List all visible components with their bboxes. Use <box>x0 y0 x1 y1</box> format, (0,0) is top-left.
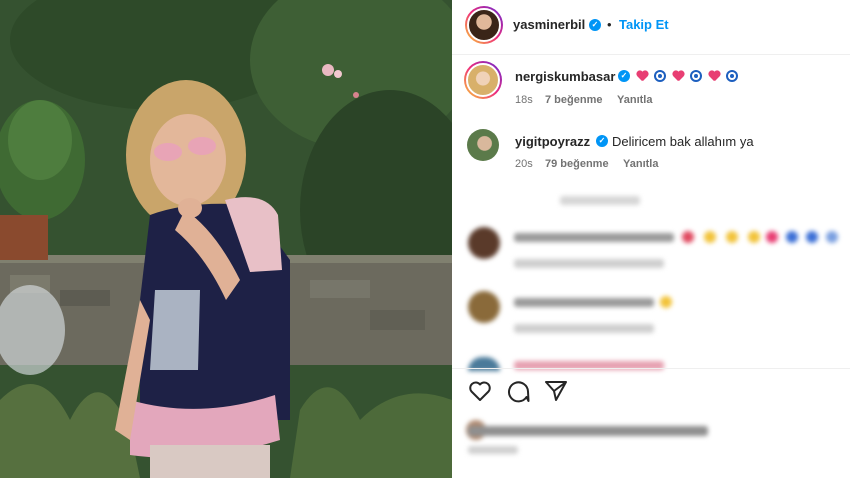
blurred-comments <box>460 185 850 385</box>
verified-icon: ✓ <box>596 135 608 147</box>
evil-eye-emoji-icon <box>726 70 738 82</box>
comment-username[interactable]: yigitpoyrazz <box>515 134 590 149</box>
paper-plane-icon[interactable] <box>544 380 568 402</box>
heart-emoji-icon <box>708 70 720 82</box>
separator-dot: • <box>607 17 612 32</box>
blurred-likes <box>460 412 850 462</box>
comment-emojis <box>636 70 738 82</box>
follow-button[interactable]: Takip Et <box>619 17 669 32</box>
heart-emoji-icon <box>636 70 648 82</box>
author-avatar[interactable] <box>465 6 503 44</box>
evil-eye-emoji-icon <box>690 70 702 82</box>
verified-icon: ✓ <box>589 19 601 31</box>
heart-emoji-icon <box>672 70 684 82</box>
author-username[interactable]: yasminerbil <box>513 17 585 32</box>
verified-icon: ✓ <box>618 70 630 82</box>
comment-likes-label: 7 beğenme <box>545 94 603 106</box>
comment-text: Deliricem bak allahım ya <box>612 134 754 149</box>
comment-likes[interactable]: 79 beğenme <box>545 158 609 170</box>
reply-button[interactable]: Yanıtla <box>623 158 658 170</box>
comment-username[interactable]: nergiskumbasar <box>515 69 615 84</box>
comment-time: 18s <box>515 94 533 106</box>
actions-divider <box>452 368 850 369</box>
heart-outline-icon[interactable] <box>468 380 492 402</box>
comment-time: 20s <box>515 158 533 170</box>
comment-bubble-icon[interactable] <box>506 380 530 403</box>
comment-likes[interactable]: 7 beğenme <box>545 94 602 106</box>
post-photo[interactable] <box>0 0 452 478</box>
header-divider <box>452 54 850 55</box>
comment-avatar[interactable] <box>464 61 502 99</box>
photo-illustration <box>0 0 452 478</box>
comment-avatar[interactable] <box>467 129 499 161</box>
evil-eye-emoji-icon <box>654 70 666 82</box>
reply-button[interactable]: Yanıtla <box>617 94 652 106</box>
